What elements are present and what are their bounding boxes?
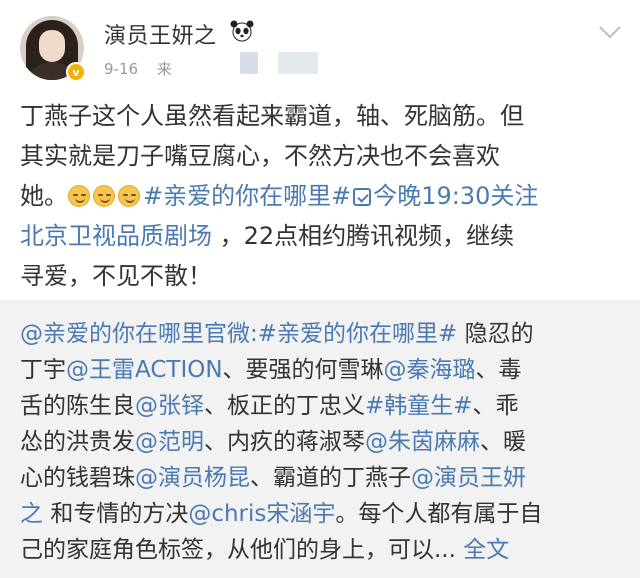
mention-link[interactable]: 之 — [20, 501, 43, 527]
post-line: 北京卫视品质剧场 ，22点相约腾讯视频，继续 — [20, 216, 630, 256]
post-meta: 9-16 来 — [104, 58, 172, 79]
topic-link[interactable]: #韩童生# — [365, 393, 473, 419]
repost-text-segment: 、霸道的丁燕子 — [250, 465, 411, 491]
chevron-down-icon[interactable] — [598, 24, 622, 40]
panda-icon — [230, 20, 254, 42]
repost-text-segment: 、要强的何雪琳 — [222, 357, 384, 383]
post-source-prefix: 来 — [156, 60, 172, 78]
repost-text-segment: 、暖 — [480, 429, 526, 455]
repost-colon: : — [250, 321, 258, 347]
channel-link[interactable]: 北京卫视品质剧场 — [20, 222, 212, 250]
mention-link[interactable]: @秦海璐 — [384, 357, 476, 383]
repost-text-segment: 己的家庭角色标签，从他们的身上，可以... — [20, 537, 456, 563]
post-line: 寻爱，不见不散！ — [20, 262, 212, 290]
post-line: 她。 #亲爱的你在哪里# 今晚19:30关注 — [20, 176, 630, 216]
repost-text-segment: 、板正的丁忠义 — [204, 393, 365, 419]
post-date: 9-16 — [104, 60, 139, 78]
mention-link[interactable]: @朱茵麻麻 — [365, 429, 480, 455]
post-line: 其实就是刀子嘴豆腐心，不然方决也不会喜欢 — [20, 142, 500, 170]
post-body: 丁燕子这个人虽然看起来霸道，轴、死脑筋。但 其实就是刀子嘴豆腐心，不然方决也不会… — [20, 96, 630, 296]
post-text-segment: 她。 — [20, 182, 68, 210]
topic-link[interactable]: #亲爱的你在哪里# — [143, 182, 351, 210]
verified-badge-icon: v — [66, 62, 86, 82]
schedule-link[interactable]: 今晚19:30关注 — [373, 182, 538, 210]
repost-text-segment: 舌的陈生良 — [20, 393, 135, 419]
read-more-link[interactable]: 全文 — [463, 537, 509, 563]
post-text-segment: ，22点相约腾讯视频，继续 — [219, 222, 515, 250]
repost-author-link[interactable]: @亲爱的你在哪里官微 — [20, 321, 250, 347]
post-header: v 演员王妍之 9-16 来 — [0, 0, 640, 92]
smile-emoji-icon — [68, 185, 90, 207]
calendar-check-icon — [353, 188, 372, 206]
repost-text-segment: 、乖 — [472, 393, 519, 419]
username[interactable]: 演员王妍之 — [104, 18, 217, 50]
repost-text-segment: 隐忍的 — [464, 321, 534, 347]
blurred-source — [240, 52, 258, 74]
repost-text-segment: 心的钱碧珠 — [20, 465, 135, 491]
mention-link[interactable]: @演员杨昆 — [135, 465, 250, 491]
repost-card[interactable]: @亲爱的你在哪里官微:#亲爱的你在哪里# 隐忍的 丁宇@王雷ACTION、要强的… — [0, 300, 640, 578]
repost-body: @亲爱的你在哪里官微:#亲爱的你在哪里# 隐忍的 丁宇@王雷ACTION、要强的… — [20, 316, 620, 568]
mention-link[interactable]: @王雷ACTION — [66, 357, 223, 383]
mention-link[interactable]: @张铎 — [135, 393, 204, 419]
topic-link[interactable]: #亲爱的你在哪里# — [258, 321, 458, 347]
smile-emoji-icon — [118, 185, 140, 207]
repost-text-segment: 、内疚的蒋淑琴 — [204, 429, 365, 455]
mention-link[interactable]: @演员王妍 — [411, 465, 526, 491]
repost-text-segment: 和专情的方决 — [50, 501, 189, 527]
mention-link[interactable]: @chris宋涵宇 — [188, 501, 335, 527]
smile-emoji-icon — [93, 185, 115, 207]
repost-text-segment: 、毒 — [475, 357, 522, 383]
mention-link[interactable]: @范明 — [135, 429, 204, 455]
post-line: 丁燕子这个人虽然看起来霸道，轴、死脑筋。但 — [20, 102, 524, 130]
repost-text-segment: 。每个人都有属于自 — [335, 501, 543, 527]
repost-text-segment: 怂的洪贵发 — [20, 429, 135, 455]
blurred-source — [278, 52, 318, 74]
avatar[interactable]: v — [20, 16, 86, 82]
repost-text-segment: 丁宇 — [20, 357, 66, 383]
